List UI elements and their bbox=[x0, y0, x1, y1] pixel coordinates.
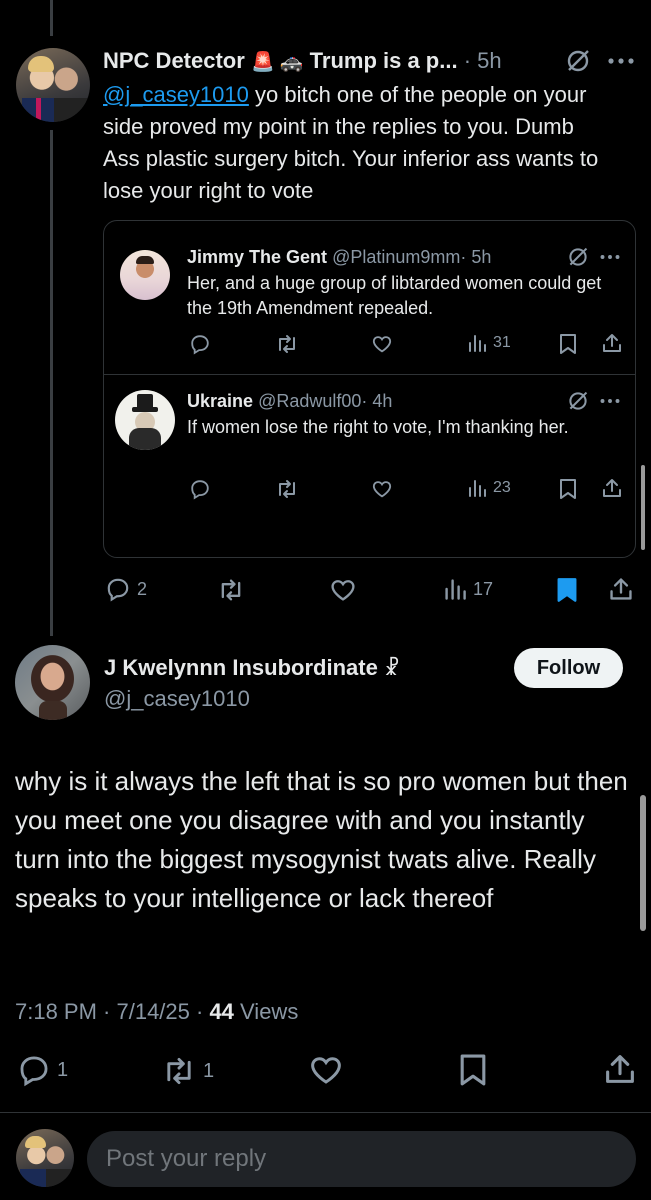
parent-reply-count: 2 bbox=[137, 578, 148, 599]
reply-input[interactable]: Post your reply bbox=[87, 1131, 636, 1187]
parent-views-count: 17 bbox=[473, 578, 494, 599]
parent-author-name[interactable]: NPC Detector bbox=[103, 48, 245, 73]
parent-share-button[interactable] bbox=[608, 576, 634, 602]
reply-icon bbox=[107, 578, 129, 602]
quoted-2-share-button[interactable] bbox=[601, 477, 623, 499]
share-icon bbox=[610, 578, 632, 600]
main-post-views-count[interactable]: 44 bbox=[209, 999, 233, 1024]
parent-bookmark-button[interactable] bbox=[556, 577, 578, 603]
repost-icon bbox=[167, 1057, 191, 1085]
views-icon bbox=[469, 335, 486, 352]
quoted-divider bbox=[104, 374, 635, 375]
main-repost-button[interactable]: 1 bbox=[161, 1055, 214, 1087]
repost-icon bbox=[279, 480, 295, 498]
bookmark-icon bbox=[460, 1054, 486, 1086]
quoted-1-handle[interactable]: @Platinum9mm bbox=[332, 247, 460, 267]
quoted-2-author-name[interactable]: Ukraine bbox=[187, 391, 253, 411]
quoted-2-reply-button[interactable] bbox=[189, 478, 211, 500]
like-icon bbox=[311, 1057, 341, 1084]
main-bookmark-button[interactable] bbox=[459, 1053, 487, 1087]
main-author-row: J Kwelynnn Insubordinate ☧ bbox=[104, 653, 504, 684]
avatar-current-user[interactable] bbox=[16, 1129, 74, 1187]
main-repost-count: 1 bbox=[203, 1059, 215, 1082]
grok-icon[interactable] bbox=[567, 246, 589, 268]
avatar-jimmy-the-gent[interactable] bbox=[120, 250, 170, 300]
quoted-2-time: · 4h bbox=[361, 391, 393, 411]
parent-post-time: · 5h bbox=[463, 48, 502, 73]
bookmark-icon bbox=[560, 479, 576, 499]
avatar-npc-detector[interactable] bbox=[16, 48, 90, 122]
quoted-2-repost-button[interactable] bbox=[275, 478, 299, 500]
like-icon bbox=[331, 580, 355, 601]
like-icon bbox=[372, 336, 392, 353]
quoted-2-bookmark-button[interactable] bbox=[559, 478, 577, 500]
avatar-ukraine[interactable] bbox=[115, 390, 175, 450]
page-scrollbar[interactable] bbox=[640, 795, 646, 931]
main-share-button[interactable] bbox=[603, 1052, 637, 1086]
main-like-button[interactable] bbox=[308, 1052, 344, 1088]
thread-line-mid bbox=[50, 130, 53, 636]
quote-scrollbar[interactable] bbox=[641, 465, 645, 550]
grok-icon[interactable] bbox=[565, 48, 591, 74]
quoted-2-views-count: 23 bbox=[493, 479, 511, 496]
avatar-j-kwelynnn[interactable] bbox=[15, 645, 90, 720]
quoted-2-text: If women lose the right to vote, I'm tha… bbox=[187, 417, 569, 437]
quoted-1-views-count: 31 bbox=[493, 334, 511, 351]
follow-button[interactable]: Follow bbox=[514, 648, 623, 688]
main-author-name[interactable]: J Kwelynnn Insubordinate bbox=[104, 655, 378, 680]
share-icon bbox=[603, 479, 621, 497]
bookmark-icon bbox=[560, 334, 576, 354]
main-reply-button[interactable]: 1 bbox=[17, 1053, 68, 1087]
author-badges: 🚨 🚓 bbox=[250, 52, 304, 73]
quoted-1-bookmark-button[interactable] bbox=[559, 333, 577, 355]
quoted-1-header: Jimmy The Gent @Platinum9mm· 5h bbox=[187, 244, 557, 270]
thread-line-top bbox=[50, 0, 53, 36]
parent-repost-button[interactable] bbox=[217, 577, 245, 603]
mention-link[interactable]: @j_casey1010 bbox=[103, 82, 249, 107]
parent-views[interactable]: 17 bbox=[443, 577, 493, 601]
quoted-2-like-button[interactable] bbox=[371, 478, 393, 500]
reply-icon bbox=[20, 1056, 48, 1087]
reply-icon bbox=[191, 335, 209, 355]
author-symbol: ☧ bbox=[383, 658, 400, 680]
parent-author-name-suffix[interactable]: Trump is a p... bbox=[310, 48, 458, 73]
quoted-1-reply-button[interactable] bbox=[189, 333, 211, 355]
share-icon bbox=[603, 334, 621, 352]
like-icon bbox=[372, 481, 392, 498]
quoted-1-time: · 5h bbox=[460, 247, 492, 267]
main-post-views-label: Views bbox=[233, 999, 299, 1024]
more-icon[interactable] bbox=[607, 57, 635, 65]
reply-bar-divider bbox=[0, 1112, 651, 1113]
main-post-text: why is it always the left that is so pro… bbox=[15, 766, 628, 913]
repost-icon bbox=[279, 335, 295, 353]
parent-post-header: NPC Detector 🚨 🚓 Trump is a p... · 5h bbox=[103, 44, 563, 78]
parent-reply-button[interactable]: 2 bbox=[105, 576, 147, 602]
quoted-2-views[interactable]: 23 bbox=[467, 478, 511, 498]
parent-like-button[interactable] bbox=[329, 576, 357, 604]
grok-icon[interactable] bbox=[567, 390, 589, 412]
main-reply-count: 1 bbox=[57, 1058, 69, 1081]
quoted-1-repost-button[interactable] bbox=[275, 333, 299, 355]
repost-icon bbox=[221, 579, 241, 601]
reply-icon bbox=[191, 480, 209, 500]
quoted-1-share-button[interactable] bbox=[601, 332, 623, 354]
main-post-time: 7:18 PM · 7/14/25 · bbox=[15, 999, 210, 1024]
more-icon[interactable] bbox=[599, 254, 621, 260]
more-icon[interactable] bbox=[599, 398, 621, 404]
views-icon bbox=[469, 480, 486, 497]
main-author-handle[interactable]: @j_casey1010 bbox=[104, 684, 250, 714]
quoted-1-views[interactable]: 31 bbox=[467, 333, 511, 353]
quoted-1-like-button[interactable] bbox=[371, 333, 393, 355]
quoted-1-author-name[interactable]: Jimmy The Gent bbox=[187, 247, 327, 267]
quoted-2-handle[interactable]: @Radwulf00 bbox=[258, 391, 361, 411]
quoted-1-text: Her, and a huge group of libtarded women… bbox=[187, 273, 602, 318]
views-icon bbox=[445, 579, 466, 600]
main-post-meta: 7:18 PM · 7/14/25 · 44 Views bbox=[15, 997, 298, 1027]
share-icon bbox=[606, 1055, 634, 1083]
parent-post-text: @j_casey1010 yo bitch one of the people … bbox=[103, 79, 613, 207]
bookmark-icon bbox=[557, 578, 577, 602]
quoted-2-header: Ukraine @Radwulf00· 4h bbox=[187, 388, 557, 414]
